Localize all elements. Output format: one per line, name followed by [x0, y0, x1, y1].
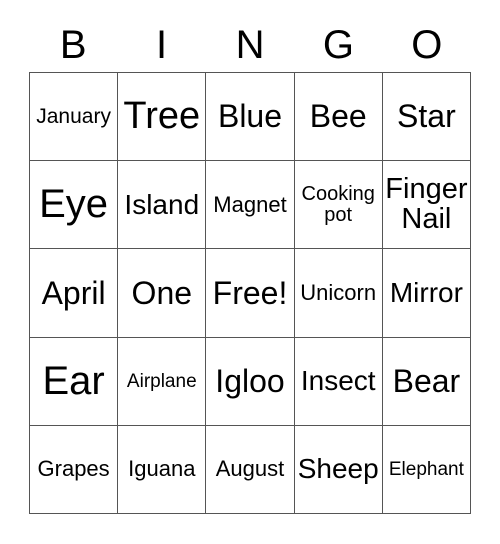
bingo-header-letter-b: B [59, 23, 87, 67]
bingo-cell[interactable]: Free! [206, 249, 295, 338]
bingo-cell-label: Island [124, 188, 200, 220]
bingo-cell-label: Free! [212, 274, 288, 311]
bingo-cell[interactable]: August [206, 425, 295, 514]
bingo-cell[interactable]: Grapes [30, 425, 119, 514]
bingo-cell-label: Mirror [389, 276, 463, 308]
bingo-cell-label: Finger Nail [385, 173, 468, 235]
bingo-cell[interactable]: Eye [30, 161, 119, 250]
bingo-card: B I N G O January Tree Blue Bee Star Eye Islan… [0, 0, 500, 544]
bingo-cell[interactable]: Finger Nail [382, 161, 471, 250]
bingo-cell[interactable]: Insect [294, 337, 383, 426]
bingo-cell-label: Sheep [297, 453, 379, 485]
bingo-header-letter-o: O [411, 23, 443, 67]
bingo-cell[interactable]: April [30, 249, 119, 338]
bingo-cell-label: Igloo [215, 362, 285, 399]
bingo-cell-label: Unicorn [300, 279, 377, 305]
bingo-cell[interactable]: Ear [30, 337, 119, 426]
bingo-header-letter-i: I [156, 23, 168, 67]
bingo-cell-label: Grapes [37, 456, 110, 482]
bingo-cell[interactable]: Cooking pot [294, 161, 383, 250]
bingo-cell[interactable]: Airplane [118, 337, 207, 426]
bingo-cell-label: One [131, 274, 193, 311]
bingo-cell-label: Magnet [213, 191, 287, 217]
bingo-cell[interactable]: Igloo [206, 337, 295, 426]
bingo-cell[interactable]: Unicorn [294, 249, 383, 338]
bingo-cell[interactable]: Elephant [382, 425, 471, 514]
bingo-header-letter-g: G [322, 23, 354, 67]
bingo-cell-label: Eye [39, 182, 109, 227]
bingo-cell[interactable]: Star [382, 73, 471, 162]
bingo-cell-label: Cooking pot [301, 183, 375, 226]
bingo-cell-label: Star [397, 98, 456, 135]
bingo-cell-label: Bee [309, 98, 367, 135]
bingo-cell-label: Blue [217, 98, 283, 135]
bingo-cell[interactable]: Bear [382, 337, 471, 426]
bingo-cell[interactable]: Iguana [118, 425, 207, 514]
bingo-cell-label: January [36, 104, 111, 128]
bingo-cell-label: August [215, 456, 285, 482]
bingo-cell[interactable]: Magnet [206, 161, 295, 250]
bingo-cell-label: Bear [392, 362, 461, 399]
bingo-cell-label: Ear [42, 358, 105, 403]
bingo-cell[interactable]: Island [118, 161, 207, 250]
bingo-cell-label: Elephant [388, 458, 464, 480]
bingo-cell[interactable]: Tree [118, 73, 207, 162]
bingo-cell[interactable]: Blue [206, 73, 295, 162]
bingo-cell-label: Insect [300, 364, 376, 396]
bingo-grid: January Tree Blue Bee Star Eye Island Magnet Coo… [29, 72, 471, 514]
bingo-cell-label: Tree [123, 95, 201, 138]
bingo-cell[interactable]: Mirror [382, 249, 471, 338]
bingo-cell-label: Iguana [128, 456, 196, 482]
bingo-header-row: B I N G O [29, 18, 471, 72]
bingo-cell[interactable]: Bee [294, 73, 383, 162]
bingo-cell-label: April [41, 274, 106, 311]
bingo-header-letter-n: N [235, 23, 265, 67]
bingo-cell-label: Airplane [126, 370, 197, 392]
bingo-cell[interactable]: One [118, 249, 207, 338]
bingo-cell[interactable]: January [30, 73, 119, 162]
bingo-cell[interactable]: Sheep [294, 425, 383, 514]
